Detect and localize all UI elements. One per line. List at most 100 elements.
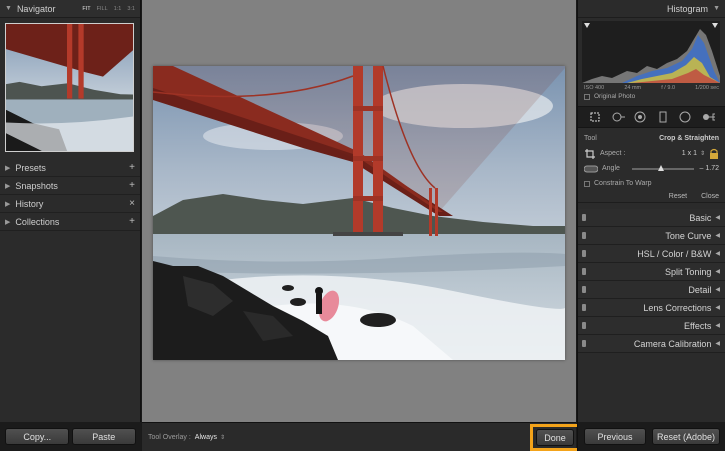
collapse-triangle-icon: ◀ <box>715 233 720 239</box>
section-history[interactable]: ▶ History × <box>0 195 140 213</box>
aspect-select[interactable]: 1 x 1 <box>682 150 697 157</box>
lock-icon[interactable] <box>709 148 719 159</box>
navigator-preview[interactable] <box>5 23 134 152</box>
collections-label: Collections <box>15 216 60 227</box>
section-split-toning[interactable]: Split Toning ◀ <box>578 263 725 281</box>
exif-iso: ISO 400 <box>584 85 605 91</box>
history-label: History <box>15 198 44 209</box>
original-photo-toggle[interactable]: Original Photo <box>578 91 725 102</box>
section-tone-curve[interactable]: Tone Curve ◀ <box>578 227 725 245</box>
collapse-triangle-icon: ◀ <box>715 215 720 221</box>
section-label: Detail <box>688 284 712 295</box>
zoom-fit[interactable]: FIT <box>82 6 90 12</box>
snapshots-label: Snapshots <box>15 180 58 191</box>
crop-close-button[interactable]: Close <box>701 193 719 200</box>
add-preset-icon[interactable]: + <box>129 162 135 173</box>
straighten-level-icon[interactable] <box>583 165 599 173</box>
main-photo[interactable] <box>153 66 565 360</box>
zoom-1-1[interactable]: 1:1 <box>114 6 122 12</box>
section-label: Split Toning <box>665 266 712 277</box>
panel-switch-icon[interactable] <box>582 250 586 257</box>
zoom-3-1[interactable]: 3:1 <box>127 6 135 12</box>
section-collections[interactable]: ▶ Collections + <box>0 213 140 231</box>
expand-triangle-icon: ▶ <box>5 164 11 172</box>
collapse-triangle-icon: ▼ <box>713 5 720 12</box>
left-bottom-bar: Copy... Paste <box>0 422 141 451</box>
zoom-fill[interactable]: FILL <box>97 6 108 12</box>
crop-tool-name: Crop & Straighten <box>659 135 719 142</box>
paste-button[interactable]: Paste <box>71 428 136 445</box>
spot-removal-icon[interactable] <box>611 110 625 124</box>
add-snapshot-icon[interactable]: + <box>129 180 135 191</box>
image-canvas: Tool Overlay : Always ⇕ Done <box>142 0 580 451</box>
reset-adobe-button[interactable]: Reset (Adobe) <box>652 428 720 445</box>
panel-switch-icon[interactable] <box>582 340 586 347</box>
section-hsl[interactable]: HSL / Color / B&W ◀ <box>578 245 725 263</box>
crop-panel: Tool Crop & Straighten Aspect : 1 x 1 ⇕ … <box>578 128 725 191</box>
red-eye-icon[interactable] <box>633 110 647 124</box>
checkbox-icon[interactable] <box>584 180 590 187</box>
histogram-title: Histogram <box>667 3 709 14</box>
copy-button[interactable]: Copy... <box>5 428 70 445</box>
golden-gate-photo <box>153 66 565 360</box>
clear-history-icon[interactable]: × <box>129 198 135 209</box>
angle-value[interactable]: – 1.72 <box>700 165 719 172</box>
navigator-header[interactable]: ▼ Navigator FIT FILL 1:1 3:1 <box>0 0 140 18</box>
panel-switch-icon[interactable] <box>582 214 586 221</box>
section-lens-corrections[interactable]: Lens Corrections ◀ <box>578 299 725 317</box>
aspect-label: Aspect : <box>600 150 626 157</box>
histogram-graph[interactable] <box>582 21 720 83</box>
section-label: Effects <box>684 320 712 331</box>
section-detail[interactable]: Detail ◀ <box>578 281 725 299</box>
section-camera-calibration[interactable]: Camera Calibration ◀ <box>578 335 725 353</box>
right-bottom-bar: Previous Reset (Adobe) <box>578 422 725 451</box>
done-button[interactable]: Done <box>536 429 574 446</box>
collapse-triangle-icon: ◀ <box>715 305 720 311</box>
crop-reset-button[interactable]: Reset <box>669 193 687 200</box>
navigator-thumbnail <box>6 24 133 151</box>
exif-shutter: 1/200 sec <box>695 85 719 91</box>
add-collection-icon[interactable]: + <box>129 216 135 227</box>
collapse-triangle-icon: ◀ <box>715 341 720 347</box>
section-snapshots[interactable]: ▶ Snapshots + <box>0 177 140 195</box>
graduated-filter-icon[interactable] <box>656 110 670 124</box>
crop-actions: Reset Close <box>578 191 725 203</box>
panel-switch-icon[interactable] <box>582 268 586 275</box>
expand-triangle-icon: ▶ <box>5 182 11 190</box>
section-basic[interactable]: Basic ◀ <box>578 209 725 227</box>
navigator-title: Navigator <box>16 3 56 14</box>
original-photo-label: Original Photo <box>594 93 636 100</box>
checkbox-icon[interactable] <box>584 93 590 100</box>
stepper-arrows-icon[interactable]: ⇕ <box>700 150 705 157</box>
presets-label: Presets <box>15 162 46 173</box>
done-highlight: Done <box>530 424 580 451</box>
expand-triangle-icon: ▶ <box>5 200 11 208</box>
stepper-arrows-icon[interactable]: ⇕ <box>220 434 225 441</box>
tool-overlay-select[interactable]: Always <box>195 434 217 441</box>
adjustment-brush-icon[interactable] <box>701 110 715 124</box>
tool-label: Tool <box>584 135 597 142</box>
bottom-toolbar: Tool Overlay : Always ⇕ Done <box>142 422 580 451</box>
expand-triangle-icon: ▶ <box>5 218 11 226</box>
histogram-plot <box>582 23 720 83</box>
section-label: Camera Calibration <box>633 338 712 349</box>
section-presets[interactable]: ▶ Presets + <box>0 159 140 177</box>
collapse-triangle-icon: ◀ <box>715 287 720 293</box>
collapse-triangle-icon: ◀ <box>715 251 720 257</box>
exif-focal: 24 mm <box>624 85 642 91</box>
navigator-zoom-options: FIT FILL 1:1 3:1 <box>82 6 135 12</box>
histogram-header[interactable]: Histogram ▼ <box>578 0 725 18</box>
slider-knob[interactable] <box>657 164 664 171</box>
previous-button[interactable]: Previous <box>584 428 646 445</box>
panel-switch-icon[interactable] <box>582 304 586 311</box>
panel-switch-icon[interactable] <box>582 286 586 293</box>
crop-frame-icon[interactable] <box>584 148 596 160</box>
radial-filter-icon[interactable] <box>678 110 692 124</box>
section-effects[interactable]: Effects ◀ <box>578 317 725 335</box>
panel-switch-icon[interactable] <box>582 322 586 329</box>
angle-slider[interactable] <box>631 164 694 171</box>
tool-overlay-label: Tool Overlay : <box>148 433 191 441</box>
crop-overlay-icon[interactable] <box>588 110 602 124</box>
panel-switch-icon[interactable] <box>582 232 586 239</box>
section-label: Tone Curve <box>665 230 712 241</box>
